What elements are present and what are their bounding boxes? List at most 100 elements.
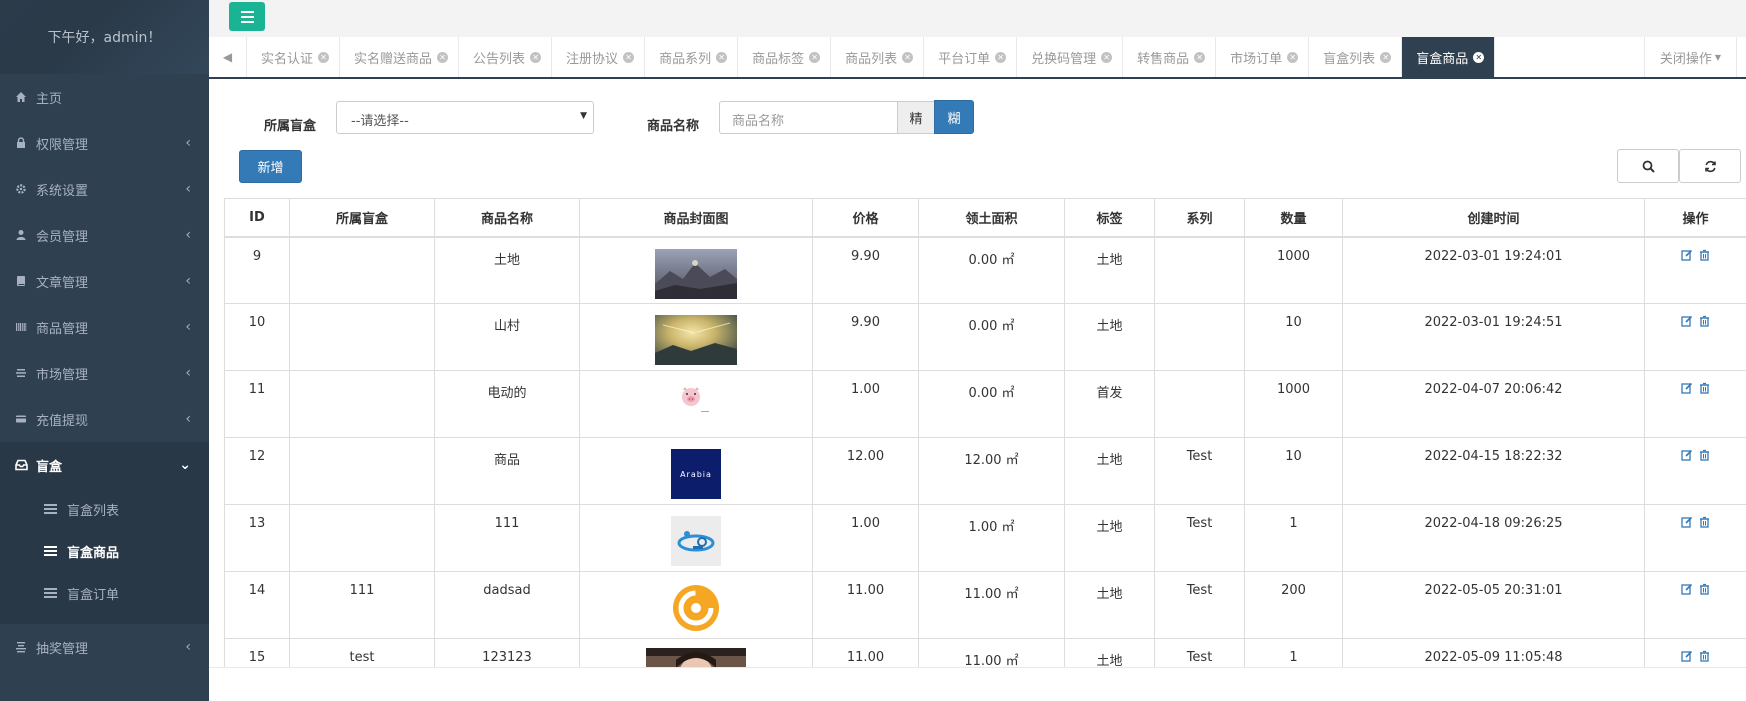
cell-box <box>289 370 435 438</box>
sidebar-item-members[interactable]: 会员管理 ‹ <box>0 212 209 258</box>
close-icon[interactable]: ✕ <box>902 51 914 63</box>
exact-search-button[interactable]: 精 <box>897 101 935 134</box>
edit-icon[interactable] <box>1681 315 1693 330</box>
tab-announcements[interactable]: 公告列表 ✕ <box>459 37 553 77</box>
column-header[interactable]: 创建时间 <box>1342 198 1645 238</box>
tab-product-tags[interactable]: 商品标签 ✕ <box>738 37 832 77</box>
tab-product-series[interactable]: 商品系列 ✕ <box>645 37 739 77</box>
close-icon[interactable]: ✕ <box>1194 51 1206 63</box>
close-icon[interactable]: ✕ <box>1380 51 1392 63</box>
close-operations-dropdown[interactable]: 关闭操作 ▼ <box>1644 37 1736 77</box>
close-icon[interactable]: ✕ <box>437 51 449 63</box>
sidebar-item-products[interactable]: 商品管理 ‹ <box>0 304 209 350</box>
column-header[interactable]: ID <box>224 198 290 238</box>
submenu-item-blindbox-list[interactable]: 盲盒列表 <box>0 488 209 530</box>
tabs-scroll-right-button[interactable] <box>1736 37 1746 77</box>
cover-image[interactable] <box>646 648 746 667</box>
tab-realname-gift[interactable]: 实名赠送商品 ✕ <box>340 37 460 77</box>
cell-id: 11 <box>224 370 290 438</box>
edit-icon[interactable] <box>1681 516 1693 531</box>
column-header[interactable]: 系列 <box>1154 198 1245 238</box>
cell-qty: 1000 <box>1244 236 1343 304</box>
column-header[interactable]: 商品封面图 <box>579 198 813 238</box>
close-icon[interactable]: ✕ <box>530 51 542 63</box>
edit-icon[interactable] <box>1681 382 1693 397</box>
cell-price: 11.00 <box>812 571 919 639</box>
column-header[interactable]: 领土面积 <box>918 198 1065 238</box>
product-name-input[interactable]: 商品名称 <box>719 101 907 134</box>
tab-blindbox-products[interactable]: 盲盒商品 ✕ <box>1402 37 1496 77</box>
delete-icon[interactable] <box>1699 650 1710 665</box>
delete-icon[interactable] <box>1699 382 1710 397</box>
box-select[interactable]: --请选择-- ▼ <box>336 101 594 134</box>
sidebar-item-lottery[interactable]: 抽奖管理 ‹ <box>0 624 209 670</box>
delete-icon[interactable] <box>1699 449 1710 464</box>
delete-icon[interactable] <box>1699 583 1710 598</box>
tabs-scroll-left-button[interactable]: ◀ <box>209 37 247 77</box>
cell-tag: 土地 <box>1064 437 1155 505</box>
cell-created: 2022-03-01 19:24:51 <box>1342 303 1645 371</box>
sidebar-item-recharge[interactable]: 充值提现 ‹ <box>0 396 209 442</box>
edit-icon[interactable] <box>1681 449 1693 464</box>
cover-image[interactable]: Arabia <box>671 449 721 499</box>
column-header[interactable]: 商品名称 <box>434 198 580 238</box>
tab-realname-auth[interactable]: 实名认证 ✕ <box>247 37 341 77</box>
delete-icon[interactable] <box>1699 516 1710 531</box>
close-icon[interactable]: ✕ <box>623 51 635 63</box>
close-icon[interactable]: ✕ <box>716 51 728 63</box>
cell-price: 9.90 <box>812 236 919 304</box>
sidebar-item-permissions[interactable]: 权限管理 ‹ <box>0 120 209 166</box>
cover-image[interactable] <box>671 516 721 566</box>
column-header[interactable]: 数量 <box>1244 198 1343 238</box>
menu-toggle-button[interactable] <box>229 2 265 31</box>
list-icon <box>44 586 57 600</box>
cell-cover <box>579 504 813 572</box>
tab-blindbox-list[interactable]: 盲盒列表 ✕ <box>1309 37 1403 77</box>
sidebar-item-articles[interactable]: 文章管理 ‹ <box>0 258 209 304</box>
chevron-left-icon: ‹ <box>185 135 191 151</box>
edit-icon[interactable] <box>1681 583 1693 598</box>
close-icon[interactable]: ✕ <box>1287 51 1299 63</box>
fuzzy-search-button[interactable]: 糊 <box>934 100 974 134</box>
tab-product-list[interactable]: 商品列表 ✕ <box>831 37 925 77</box>
search-toggle-button[interactable] <box>1617 149 1679 183</box>
cover-image[interactable] <box>655 315 737 365</box>
cell-actions <box>1644 571 1746 639</box>
close-icon[interactable]: ✕ <box>1101 51 1113 63</box>
tab-register-agreement[interactable]: 注册协议 ✕ <box>552 37 646 77</box>
sidebar-item-home[interactable]: 主页 <box>0 74 209 120</box>
cell-created: 2022-04-15 18:22:32 <box>1342 437 1645 505</box>
table-row: 14 111 dadsad 11.00 11.00 ㎡ 土地 Test 200 … <box>224 571 1746 639</box>
cell-actions <box>1644 303 1746 371</box>
tab-platform-orders[interactable]: 平台订单 ✕ <box>924 37 1018 77</box>
tab-market-orders[interactable]: 市场订单 ✕ <box>1216 37 1310 77</box>
top-navbar <box>209 0 1746 37</box>
column-header[interactable]: 所属盲盒 <box>289 198 435 238</box>
name-filter-label: 商品名称 <box>647 119 700 134</box>
delete-icon[interactable] <box>1699 249 1710 264</box>
edit-icon[interactable] <box>1681 650 1693 665</box>
sidebar-item-label: 商品管理 <box>36 321 89 337</box>
tab-resale-products[interactable]: 转售商品 ✕ <box>1123 37 1217 77</box>
sidebar-item-blindbox[interactable]: 盲盒 ⌄ <box>0 442 209 488</box>
sidebar-item-settings[interactable]: 系统设置 ‹ <box>0 166 209 212</box>
close-icon[interactable]: ✕ <box>995 51 1007 63</box>
sidebar-item-market[interactable]: 市场管理 ‹ <box>0 350 209 396</box>
refresh-button[interactable] <box>1679 149 1741 183</box>
cell-qty: 1000 <box>1244 370 1343 438</box>
add-button[interactable]: 新增 <box>239 150 302 183</box>
cover-image[interactable] <box>655 248 737 299</box>
submenu-item-blindbox-orders[interactable]: 盲盒订单 <box>0 572 209 614</box>
tab-redeem-codes[interactable]: 兑换码管理 ✕ <box>1017 37 1124 77</box>
close-icon[interactable]: ✕ <box>809 51 821 63</box>
edit-icon[interactable] <box>1681 249 1693 264</box>
submenu-item-blindbox-products[interactable]: 盲盒商品 <box>0 530 209 572</box>
column-header[interactable]: 标签 <box>1064 198 1155 238</box>
cell-tag: 首发 <box>1064 370 1155 438</box>
column-header[interactable]: 价格 <box>812 198 919 238</box>
delete-icon[interactable] <box>1699 315 1710 330</box>
cover-image[interactable] <box>671 583 721 633</box>
close-icon[interactable]: ✕ <box>318 51 330 63</box>
cover-image[interactable] <box>671 382 721 420</box>
close-icon[interactable]: ✕ <box>1473 51 1485 63</box>
